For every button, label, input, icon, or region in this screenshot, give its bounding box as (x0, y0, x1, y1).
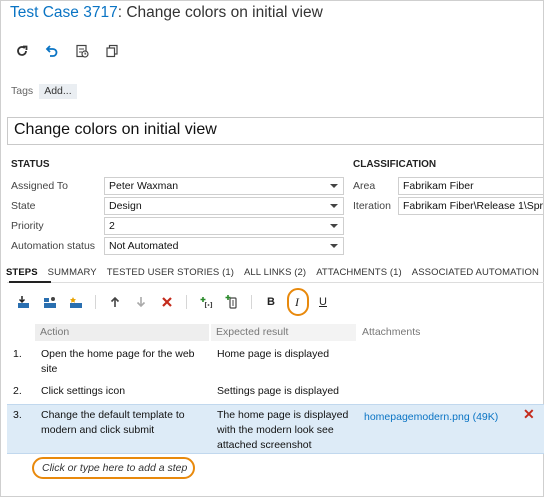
priority-label: Priority (11, 220, 44, 232)
step-action[interactable]: Change the default template to modern an… (41, 408, 211, 438)
title-field[interactable]: Change colors on initial view (7, 117, 544, 145)
delete-attachment-icon[interactable]: ✕ (523, 407, 535, 422)
table-row[interactable]: 2. Click settings icon Settings page is … (7, 384, 544, 402)
step-expected[interactable]: Home page is displayed (217, 347, 362, 362)
work-item-title: Change colors on initial view (126, 4, 323, 21)
tab-all-links[interactable]: ALL LINKS (2) (239, 267, 311, 278)
refresh-icon[interactable] (7, 41, 37, 61)
work-item-form: Test Case 3717: Change colors on initial… (0, 0, 544, 497)
tab-divider (7, 281, 544, 283)
tab-associated-automation[interactable]: ASSOCIATED AUTOMATION (407, 267, 544, 278)
step-number: 2. (13, 385, 22, 397)
bold-icon[interactable]: B (258, 291, 284, 313)
insert-shared-steps-icon[interactable] (37, 291, 63, 313)
form-toolbar (7, 41, 127, 63)
classification-heading: CLASSIFICATION (353, 159, 437, 170)
tab-summary[interactable]: SUMMARY (43, 267, 102, 278)
step-action[interactable]: Click settings icon (41, 384, 211, 399)
table-row-selected[interactable]: 3. Change the default template to modern… (7, 404, 544, 454)
work-item-id[interactable]: Test Case 3717 (10, 4, 118, 21)
priority-field[interactable]: 2 (104, 217, 344, 235)
dropdown-arrow-icon[interactable] (330, 224, 338, 228)
area-field[interactable]: Fabrikam Fiber (398, 177, 544, 195)
action-column-header[interactable]: Action (35, 324, 209, 341)
underline-icon[interactable]: U (310, 291, 336, 313)
tab-bar: STEPS SUMMARY TESTED USER STORIES (1) AL… (1, 263, 544, 281)
add-step-input[interactable]: Click or type here to add a step (32, 457, 195, 479)
dropdown-arrow-icon[interactable] (330, 204, 338, 208)
step-number: 3. (13, 409, 22, 421)
attach-highlight-circle (287, 288, 309, 316)
assigned-to-label: Assigned To (11, 180, 69, 192)
insert-step-icon[interactable] (11, 291, 37, 313)
step-expected[interactable]: Settings page is displayed (217, 384, 362, 399)
table-row[interactable]: 1. Open the home page for the web site H… (7, 347, 544, 379)
step-expected[interactable]: The home page is displayed with the mode… (217, 408, 362, 453)
step-number: 1. (13, 348, 22, 360)
attach-file-icon[interactable] (219, 291, 245, 313)
dropdown-arrow-icon[interactable] (330, 184, 338, 188)
move-down-icon[interactable] (128, 291, 154, 313)
tab-attachments[interactable]: ATTACHMENTS (1) (311, 267, 407, 278)
iteration-label: Iteration (353, 200, 391, 212)
undo-icon[interactable] (37, 41, 67, 61)
create-shared-steps-icon[interactable] (63, 291, 89, 313)
area-label: Area (353, 180, 376, 192)
assigned-to-field[interactable]: Peter Waxman (104, 177, 344, 195)
attachment-link[interactable]: homepagemodern.png (49K) (364, 410, 498, 425)
automation-status-label: Automation status (11, 240, 96, 252)
step-action[interactable]: Open the home page for the web site (41, 347, 211, 377)
state-label: State (11, 200, 36, 212)
automation-status-field[interactable]: Not Automated (104, 237, 344, 255)
state-field[interactable]: Design (104, 197, 344, 215)
add-tag-button[interactable]: Add... (39, 83, 77, 99)
move-up-icon[interactable] (102, 291, 128, 313)
expected-column-header[interactable]: Expected result (211, 324, 356, 341)
tags-label: Tags (11, 85, 34, 97)
status-heading: STATUS (11, 159, 50, 170)
active-tab-underline (9, 281, 51, 283)
tags-row: Tags Add... (11, 83, 77, 99)
attachments-column-header[interactable]: Attachments (357, 324, 544, 341)
history-icon[interactable] (67, 41, 97, 61)
toolbar-separator (251, 295, 252, 309)
dropdown-arrow-icon[interactable] (330, 244, 338, 248)
delete-step-icon[interactable] (154, 291, 180, 313)
copy-icon[interactable] (97, 41, 127, 61)
iteration-field[interactable]: Fabrikam Fiber\Release 1\Spr (398, 197, 544, 215)
page-title: Test Case 3717: Change colors on initial… (10, 4, 323, 21)
tab-tested-user-stories[interactable]: TESTED USER STORIES (1) (102, 267, 239, 278)
tab-steps[interactable]: STEPS (1, 267, 43, 278)
insert-parameter-icon[interactable] (193, 291, 219, 313)
toolbar-separator (186, 295, 187, 309)
toolbar-separator (95, 295, 96, 309)
